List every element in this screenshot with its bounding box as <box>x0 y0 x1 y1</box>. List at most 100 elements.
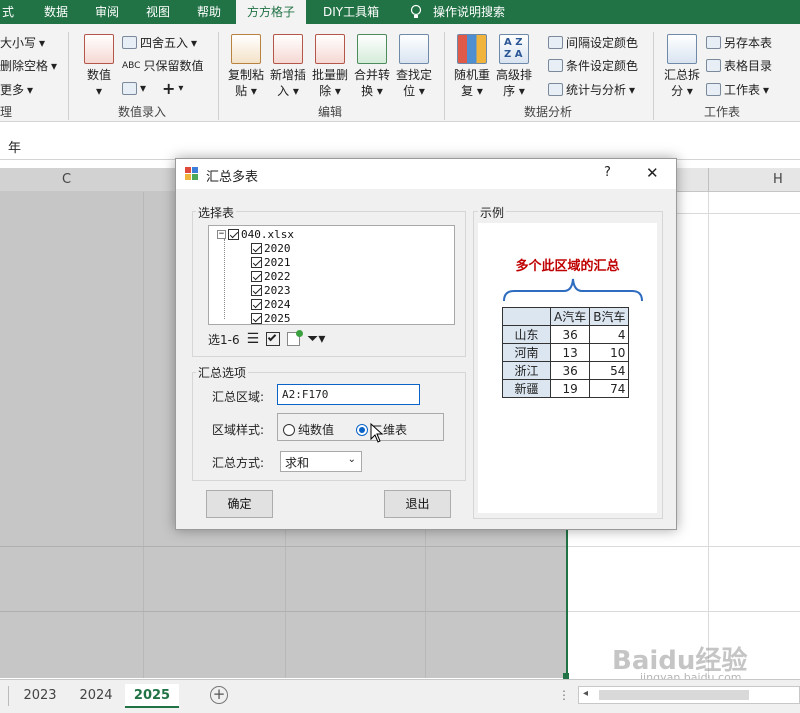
example-header-cell <box>502 307 551 326</box>
range-label: 汇总区域: <box>212 390 265 404</box>
summary-options-legend: 汇总选项 <box>196 364 249 381</box>
tree-item-2024[interactable]: 2024 <box>251 298 291 311</box>
radio-plain[interactable] <box>283 423 295 436</box>
sheet-checkbox[interactable] <box>251 285 262 296</box>
tree-root-row[interactable]: − 040.xlsx <box>217 228 294 241</box>
sheet-checkbox[interactable] <box>251 243 262 254</box>
help-button[interactable]: ? <box>604 165 611 180</box>
table-row: 新疆 19 74 <box>502 379 630 398</box>
round-button[interactable]: 四舍五入 ▾ <box>122 34 197 51</box>
list-icon[interactable]: ☰ <box>247 331 260 347</box>
tab-formulas[interactable]: 式 <box>0 0 22 24</box>
find-locate-button[interactable]: 查找定位 ▾ <box>396 34 432 99</box>
plus-button[interactable]: + ▾ <box>162 79 183 98</box>
sheet-tab-2024[interactable]: 2024 <box>70 684 122 708</box>
round-label: 四舍五入 <box>140 36 189 50</box>
file-name: 040.xlsx <box>241 228 294 241</box>
advanced-sort-button[interactable]: A ZZ A 高级排序 ▾ <box>496 34 532 99</box>
dialog-titlebar[interactable]: 汇总多表 ? ✕ <box>176 159 676 189</box>
summarize-tables-dialog: 汇总多表 ? ✕ 选择表 − 040.xlsx 2020 2021 2022 2… <box>175 158 677 530</box>
tree-toolbar: 选1-6 ☰ ⏷▾ <box>208 328 455 350</box>
statistics-button[interactable]: 统计与分析 ▾ <box>548 81 635 98</box>
filter-icon[interactable]: ⏷▾ <box>307 331 325 347</box>
abc-icon: ABC <box>122 60 141 71</box>
batch-delete-label-2: 除 ▾ <box>319 84 341 98</box>
tell-me-search[interactable]: 操作说明搜索 <box>433 0 505 24</box>
conditional-color-icon <box>548 59 563 72</box>
tree-item-2021[interactable]: 2021 <box>251 256 291 269</box>
conditional-color-button[interactable]: 条件设定颜色 <box>548 57 638 74</box>
example-header-cell: B汽车 <box>589 307 630 326</box>
tab-review[interactable]: 审阅 <box>95 0 119 24</box>
sheet-checkbox[interactable] <box>251 299 262 310</box>
horizontal-scrollbar[interactable]: ◂ <box>578 686 800 704</box>
tab-data[interactable]: 数据 <box>44 0 68 24</box>
dialog-title: 汇总多表 <box>206 170 259 185</box>
keep-numeric-button[interactable]: ABC 只保留数值 <box>122 57 203 74</box>
file-checkbox[interactable] <box>228 229 239 240</box>
case-button[interactable]: 大小写 ▾ <box>0 34 45 51</box>
edit-shape-button[interactable]: ▾ <box>122 81 146 95</box>
more-button[interactable]: 更多 ▾ <box>0 81 33 98</box>
save-sheet-as-button[interactable]: 另存本表 <box>706 34 772 51</box>
insert-label-2: 入 ▾ <box>277 84 299 98</box>
grid-line <box>0 611 568 612</box>
remove-spaces-button[interactable]: 删除空格 ▾ <box>0 57 57 74</box>
sheet-checkbox[interactable] <box>251 313 262 324</box>
exit-button[interactable]: 退出 <box>384 490 451 518</box>
copy-paste-button[interactable]: 复制粘贴 ▾ <box>228 34 264 99</box>
example-title: 多个此区域的汇总 <box>515 259 620 274</box>
merge-convert-button[interactable]: 合并转换 ▾ <box>354 34 390 99</box>
range-input[interactable]: A2:F170 <box>277 384 420 405</box>
copy-paste-label: 复制粘 <box>228 68 265 82</box>
summarize-split-button[interactable]: 汇总拆分 ▾ <box>664 34 700 99</box>
tree-item-2023[interactable]: 2023 <box>251 284 291 297</box>
add-sheet-icon[interactable]: + <box>210 686 228 704</box>
tree-item-2025[interactable]: 2025 <box>251 312 291 325</box>
find-locate-label-2: 位 ▾ <box>403 84 425 98</box>
worksheet-button[interactable]: 工作表 ▾ <box>706 81 769 98</box>
scrollbar-thumb[interactable] <box>599 690 749 700</box>
check-all-icon[interactable] <box>266 332 281 346</box>
table-row: 河南 13 10 <box>502 343 630 362</box>
interval-color-button[interactable]: 间隔设定颜色 <box>548 34 638 51</box>
sheet-checkbox[interactable] <box>251 271 262 282</box>
numeric-button[interactable]: 数值 ▾ <box>84 34 114 99</box>
ok-button[interactable]: 确定 <box>206 490 273 518</box>
radio-2d[interactable] <box>356 423 368 436</box>
scroll-left-icon[interactable]: ◂ <box>583 688 588 699</box>
add-file-icon[interactable] <box>287 330 304 346</box>
copy-paste-label-2: 贴 ▾ <box>235 84 257 98</box>
lightbulb-icon <box>410 0 424 24</box>
column-header-h[interactable]: H <box>773 172 783 187</box>
tab-diy-toolbox[interactable]: DIY工具箱 <box>323 0 379 24</box>
column-header-c[interactable]: C <box>62 172 71 187</box>
group-label-text: 理 <box>0 105 13 119</box>
tree-item-2022[interactable]: 2022 <box>251 270 291 283</box>
copy-paste-label-2-text: 贴 <box>235 84 248 98</box>
tree-item-2020[interactable]: 2020 <box>251 242 291 255</box>
sheet-tree[interactable]: − 040.xlsx 2020 2021 2022 2023 2024 2025 <box>208 225 455 325</box>
sheet-tab-2025[interactable]: 2025 <box>125 684 179 708</box>
chevron-down-icon: ▾ <box>27 82 34 97</box>
chevron-down-icon: ▾ <box>763 82 770 97</box>
table-directory-button[interactable]: 表格目录 <box>706 57 772 74</box>
formula-bar[interactable]: 年 <box>0 132 800 160</box>
group-label-worksheet: 工作表 <box>704 105 741 119</box>
method-select[interactable]: 求和 ⌄ <box>280 451 362 472</box>
random-repeat-button[interactable]: 随机重复 ▾ <box>454 34 490 99</box>
insert-button[interactable]: 新增插入 ▾ <box>270 34 306 99</box>
sheet-checkbox[interactable] <box>251 257 262 268</box>
style-plain-radio[interactable]: 纯数值 <box>283 421 334 438</box>
collapse-icon[interactable]: − <box>217 230 226 239</box>
sheet-tab-2023[interactable]: 2023 <box>14 684 66 708</box>
tab-help[interactable]: 帮助 <box>197 0 221 24</box>
summarize-split-label-2: 分 ▾ <box>671 84 693 98</box>
tab-view[interactable]: 视图 <box>146 0 170 24</box>
close-button[interactable]: ✕ <box>646 164 659 182</box>
batch-delete-button[interactable]: 批量删除 ▾ <box>312 34 348 99</box>
more-options-icon[interactable]: ⋮ <box>558 688 570 702</box>
tab-fangfanggezi[interactable]: 方方格子 <box>236 0 306 24</box>
find-locate-label: 查找定 <box>396 68 433 82</box>
brace-icon <box>503 278 643 302</box>
